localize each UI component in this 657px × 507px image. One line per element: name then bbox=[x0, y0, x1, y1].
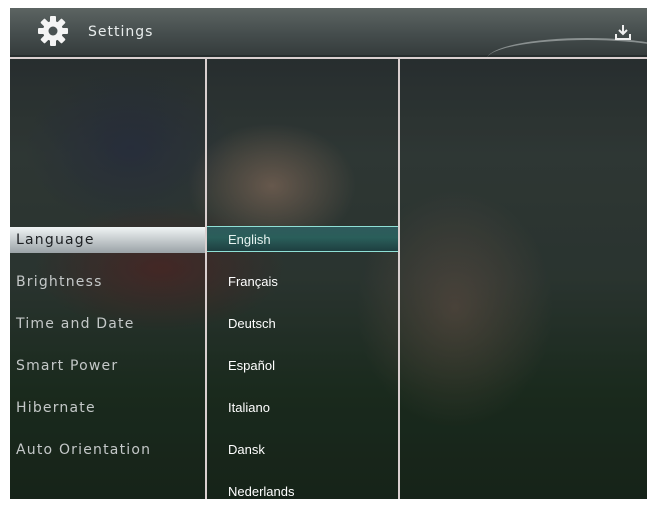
language-option-italiano[interactable]: Italiano bbox=[207, 395, 398, 421]
gear-icon bbox=[38, 16, 68, 46]
header-bar: Settings bbox=[10, 8, 647, 55]
menu-item-auto-orientation[interactable]: Auto Orientation bbox=[10, 437, 205, 463]
column-divider-right bbox=[398, 59, 400, 499]
language-option-english[interactable]: English bbox=[207, 226, 398, 252]
header-divider bbox=[10, 57, 647, 59]
language-option-francais[interactable]: Français bbox=[207, 269, 398, 295]
download-icon[interactable] bbox=[613, 22, 633, 42]
menu-item-smart-power[interactable]: Smart Power bbox=[10, 353, 205, 379]
language-option-deutsch[interactable]: Deutsch bbox=[207, 311, 398, 337]
settings-screen: Settings Language Brightness Time and Da… bbox=[10, 8, 647, 499]
menu-item-hibernate[interactable]: Hibernate bbox=[10, 395, 205, 421]
menu-item-language[interactable]: Language bbox=[10, 227, 205, 253]
page-title: Settings bbox=[88, 24, 154, 40]
language-option-dansk[interactable]: Dansk bbox=[207, 437, 398, 463]
menu-item-time-and-date[interactable]: Time and Date bbox=[10, 311, 205, 337]
menu-item-brightness[interactable]: Brightness bbox=[10, 269, 205, 295]
language-option-nederlands[interactable]: Nederlands bbox=[207, 479, 398, 499]
language-option-espanol[interactable]: Español bbox=[207, 353, 398, 379]
background-photo bbox=[10, 8, 647, 499]
